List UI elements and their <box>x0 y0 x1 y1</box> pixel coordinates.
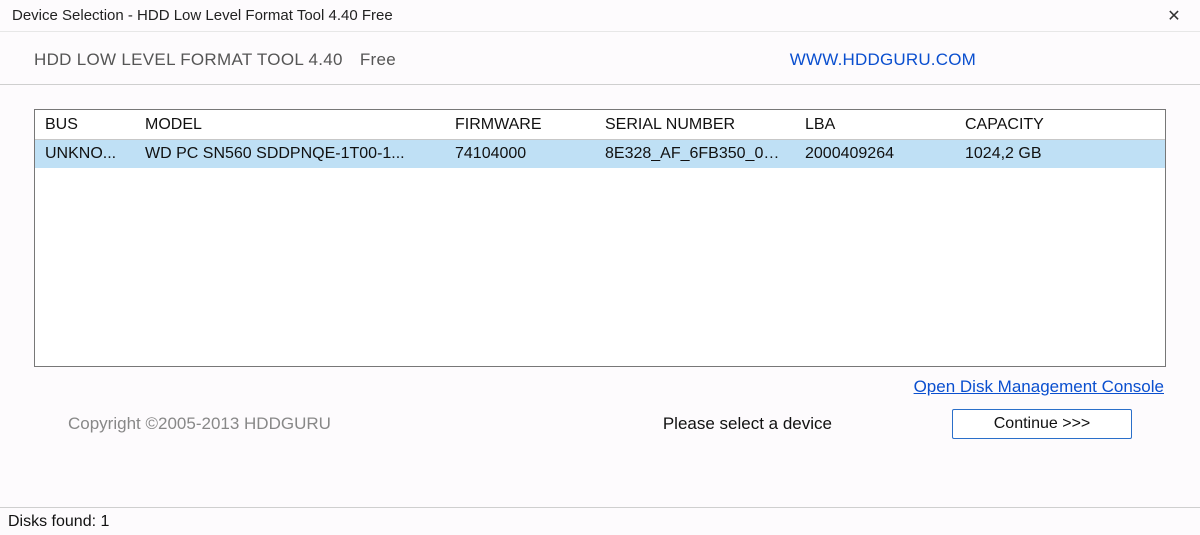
cell-capacity: 1024,2 GB <box>955 145 1155 163</box>
titlebar[interactable]: Device Selection - HDD Low Level Format … <box>0 0 1200 32</box>
cell-bus: UNKNO... <box>35 145 135 163</box>
col-capacity[interactable]: CAPACITY <box>955 116 1155 134</box>
header-row: HDD LOW LEVEL FORMAT TOOL 4.40 Free WWW.… <box>0 32 1200 78</box>
table-row[interactable]: UNKNO... WD PC SN560 SDDPNQE-1T00-1... 7… <box>35 140 1165 168</box>
device-table[interactable]: BUS MODEL FIRMWARE SERIAL NUMBER LBA CAP… <box>34 109 1166 367</box>
continue-button[interactable]: Continue >>> <box>952 409 1132 439</box>
below-table: Open Disk Management Console <box>34 367 1166 397</box>
close-button[interactable]: ✕ <box>1154 2 1194 30</box>
app-name-free: Free <box>360 50 396 69</box>
website-link[interactable]: WWW.HDDGURU.COM <box>790 50 976 70</box>
app-name-main: HDD LOW LEVEL FORMAT TOOL 4.40 <box>34 50 343 69</box>
disks-found-text: Disks found: 1 <box>8 513 109 531</box>
body-area: BUS MODEL FIRMWARE SERIAL NUMBER LBA CAP… <box>0 85 1200 507</box>
close-icon: ✕ <box>1167 6 1180 26</box>
table-header: BUS MODEL FIRMWARE SERIAL NUMBER LBA CAP… <box>35 110 1165 140</box>
footer-row: Copyright ©2005-2013 HDDGURU Please sele… <box>34 397 1166 457</box>
select-prompt: Please select a device <box>663 414 832 434</box>
cell-serial: 8E328_AF_6FB350_00... <box>595 145 795 163</box>
cell-lba: 2000409264 <box>795 145 955 163</box>
col-serial[interactable]: SERIAL NUMBER <box>595 116 795 134</box>
window: Device Selection - HDD Low Level Format … <box>0 0 1200 535</box>
app-name: HDD LOW LEVEL FORMAT TOOL 4.40 Free <box>34 50 396 70</box>
window-title: Device Selection - HDD Low Level Format … <box>12 7 393 24</box>
col-lba[interactable]: LBA <box>795 116 955 134</box>
col-model[interactable]: MODEL <box>135 116 445 134</box>
copyright-text: Copyright ©2005-2013 HDDGURU <box>68 414 331 434</box>
col-bus[interactable]: BUS <box>35 116 135 134</box>
col-firmware[interactable]: FIRMWARE <box>445 116 595 134</box>
cell-firmware: 74104000 <box>445 145 595 163</box>
statusbar: Disks found: 1 <box>0 507 1200 535</box>
cell-model: WD PC SN560 SDDPNQE-1T00-1... <box>135 145 445 163</box>
open-disk-management-link[interactable]: Open Disk Management Console <box>914 377 1164 397</box>
